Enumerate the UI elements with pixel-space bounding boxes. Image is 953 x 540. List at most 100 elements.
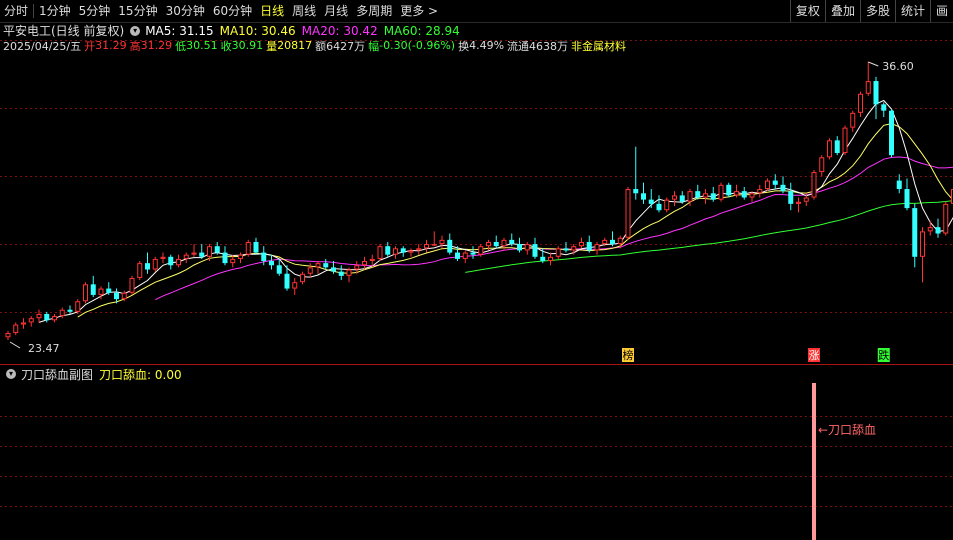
tab-9[interactable]: 多周期 [352, 0, 396, 22]
kline-chart[interactable]: 36.60 23.47 榜 涨 跌 ←刀口舔血 [0, 0, 953, 540]
candle-body [455, 252, 460, 259]
candle [873, 76, 879, 120]
candle-body [811, 172, 817, 198]
ma60-line [465, 200, 953, 273]
candle [788, 182, 794, 211]
tab-separator [33, 4, 35, 18]
candle [253, 237, 259, 255]
settings-icon[interactable]: ▾ [130, 25, 141, 36]
candle [858, 91, 863, 118]
candle [493, 235, 499, 249]
sub-chart-header: ▾ 刀口舔血副图 刀口舔血: 0.00 [3, 367, 182, 382]
candle-body [687, 191, 693, 202]
candle-body [369, 258, 375, 262]
candle [52, 313, 57, 323]
tab-3[interactable]: 15分钟 [114, 0, 161, 22]
candle-body [501, 239, 507, 247]
tab-5[interactable]: 60分钟 [209, 0, 256, 22]
tool-button-3[interactable]: 统计 [894, 0, 930, 22]
candle-body [284, 273, 290, 289]
candle-body [292, 282, 298, 289]
candle [749, 191, 755, 202]
candle-body [160, 256, 166, 259]
ma5-line [38, 99, 953, 323]
tab-10[interactable]: 更多 > [396, 0, 442, 22]
candle [641, 182, 646, 204]
candle [664, 197, 670, 213]
candle-body [594, 244, 600, 251]
candle [21, 318, 26, 329]
candle-body [943, 203, 949, 234]
tool-button-1[interactable]: 叠加 [824, 0, 860, 22]
candle [183, 252, 189, 264]
candle-body [222, 252, 228, 264]
candle [276, 258, 282, 276]
candle [59, 307, 65, 319]
candle [75, 299, 81, 314]
candle [920, 227, 925, 283]
candle [121, 290, 127, 302]
candle-body [765, 180, 770, 190]
candle-body [478, 246, 484, 255]
candle-body [772, 180, 778, 185]
candle [83, 282, 88, 304]
candle [943, 201, 949, 236]
candle-body [377, 246, 383, 259]
candle [509, 233, 515, 247]
candle-body [834, 140, 840, 154]
candle-body [400, 248, 406, 253]
float-value: 4638万 [529, 39, 569, 53]
candle [586, 235, 592, 253]
candle-body [896, 180, 902, 190]
ma-label-0: MA5: 31.15 [145, 23, 214, 38]
candle-body [757, 189, 763, 194]
candle-body [571, 246, 577, 251]
candle [67, 305, 73, 314]
signal-marker: 涨 [808, 348, 820, 362]
candle [881, 102, 887, 118]
candle-body [548, 256, 553, 262]
tab-6[interactable]: 日线 [256, 0, 288, 22]
sub-settings-icon[interactable]: ▾ [6, 369, 16, 379]
tab-7[interactable]: 周线 [288, 0, 320, 22]
candle-body [493, 241, 499, 247]
candle-body [532, 244, 538, 257]
period-tabs: 分时 1分钟 5分钟 15分钟 30分钟 60分钟 日线 周线 月线 多周期 更多 > [0, 0, 442, 22]
candle [927, 220, 933, 236]
candle-body [865, 81, 871, 94]
candle [648, 189, 654, 209]
tool-button-2[interactable]: 多股 [859, 0, 895, 22]
candle-body [354, 265, 360, 270]
candle-body [555, 248, 561, 257]
tab-2[interactable]: 5分钟 [75, 0, 115, 22]
tab-8[interactable]: 月线 [320, 0, 352, 22]
candle-body [21, 322, 26, 325]
candle [827, 138, 832, 160]
candle-body [509, 239, 515, 245]
candle-body [842, 127, 848, 154]
ma10-line [77, 123, 953, 318]
candle-body [579, 241, 584, 247]
tab-1[interactable]: 1分钟 [35, 0, 75, 22]
candle-body [447, 239, 453, 253]
candle-body [13, 324, 19, 334]
candle [726, 182, 732, 198]
high-value: 31.29 [140, 39, 173, 52]
signal-marker-bg [622, 348, 634, 362]
candle [245, 239, 251, 257]
tool-button-0[interactable]: 复权 [789, 0, 825, 22]
candle-body [850, 112, 856, 128]
tool-button-4[interactable]: 画 [929, 0, 953, 22]
candle-body [431, 244, 437, 246]
min-price-label: 23.47 [28, 342, 60, 355]
candle [28, 316, 34, 327]
candle [819, 155, 825, 177]
candle [160, 252, 166, 264]
tab-4[interactable]: 30分钟 [162, 0, 209, 22]
candle-body [780, 184, 786, 192]
candle-body [44, 313, 50, 321]
candle-body [858, 93, 863, 113]
candle [656, 195, 662, 213]
tab-0[interactable]: 分时 [0, 0, 32, 22]
candle [369, 254, 375, 268]
